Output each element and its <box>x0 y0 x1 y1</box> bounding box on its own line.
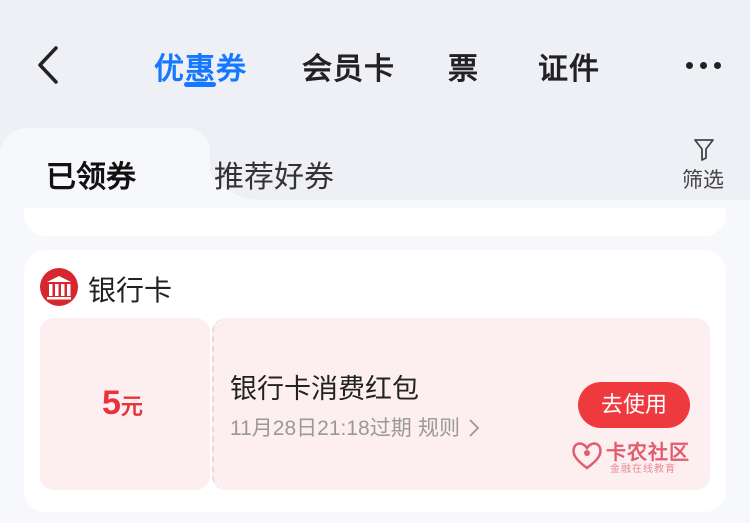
section-title: 银行卡 <box>88 275 173 306</box>
more-dot-icon <box>686 62 693 69</box>
subtab-claimed[interactable]: 已领券 <box>46 152 136 196</box>
previous-card-edge <box>24 208 726 236</box>
active-tab-indicator <box>184 82 216 87</box>
filter-label: 筛选 <box>682 169 724 192</box>
coupon-title: 银行卡消费红包 <box>230 374 419 404</box>
subtabs-bar: 已领券 推荐好券 <box>0 128 750 218</box>
use-coupon-button[interactable]: 去使用 <box>578 382 690 428</box>
tab-tickets[interactable]: 票 <box>448 44 479 88</box>
watermark: 卡农社区 金融在线教育 <box>570 436 690 476</box>
rules-label: 规则 <box>418 417 460 440</box>
chevron-right-icon <box>469 419 480 437</box>
filter-funnel-icon <box>694 139 714 161</box>
watermark-logo-icon <box>572 442 602 470</box>
tab-certificates[interactable]: 证件 <box>538 44 600 88</box>
more-options-button[interactable] <box>684 58 724 72</box>
subtab-recommended[interactable]: 推荐好券 <box>214 152 334 196</box>
top-tabs: 优惠券 会员卡 票 证件 <box>0 44 750 94</box>
top-navigation-bar: 优惠券 会员卡 票 证件 <box>0 0 750 120</box>
filter-button[interactable]: 筛选 <box>676 138 732 196</box>
coupon-expiry: 11月28日21:18过期 <box>230 417 412 440</box>
coupon-amount-unit: 元 <box>120 394 143 419</box>
coupon-amount: 5元 <box>102 384 143 423</box>
coupon-amount-value: 5 <box>102 384 121 422</box>
watermark-subtitle: 金融在线教育 <box>610 464 676 475</box>
more-dot-icon <box>700 62 707 69</box>
more-dot-icon <box>714 62 721 69</box>
tab-member-cards[interactable]: 会员卡 <box>302 44 395 88</box>
rules-link[interactable]: 规则 <box>418 412 480 442</box>
bank-logo-icon <box>40 268 78 306</box>
